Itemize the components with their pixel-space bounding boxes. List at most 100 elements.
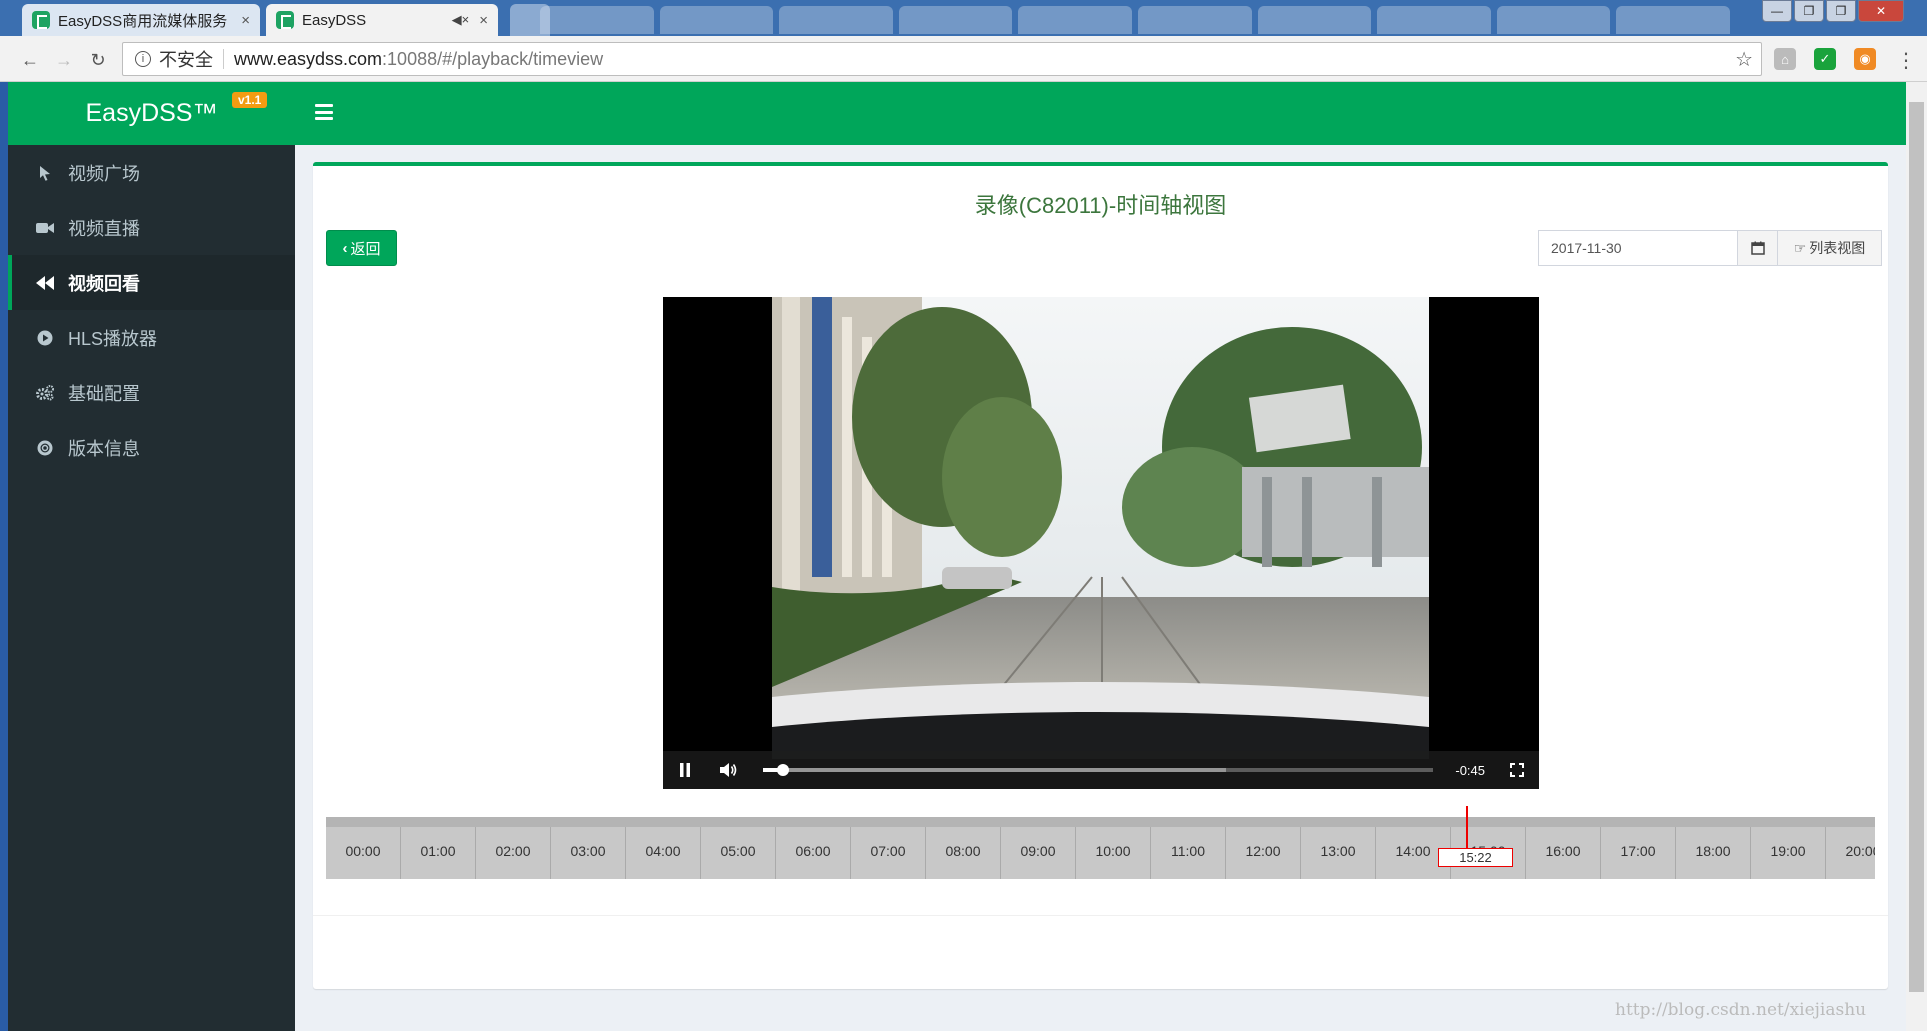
recording-segment[interactable] (1757, 817, 1760, 827)
sidebar-toggle-icon[interactable] (315, 104, 333, 120)
timeline-hour-tick[interactable]: 03:00 (551, 827, 626, 879)
brand-logo[interactable]: EasyDSS™ v1.1 (8, 82, 295, 145)
browser-tab[interactable] (1377, 6, 1491, 34)
close-tab-icon[interactable]: × (479, 12, 488, 29)
recording-segment[interactable] (1748, 817, 1751, 827)
sidebar-item-playback[interactable]: 视频回看 (8, 255, 295, 310)
timeline-hour-tick[interactable]: 09:00 (1001, 827, 1076, 879)
close-tab-icon[interactable]: × (241, 12, 250, 29)
timeline-hour-tick[interactable]: 10:00 (1076, 827, 1151, 879)
browser-tab[interactable] (659, 6, 774, 34)
timeline-hour-tick[interactable]: 20:00 (1826, 827, 1875, 879)
browser-tab[interactable] (540, 6, 654, 34)
window-edge (0, 82, 8, 1031)
back-arrow-icon[interactable]: ← (18, 48, 42, 72)
browser-tab-2[interactable]: EasyDSS ◀× × (266, 4, 498, 36)
sidebar-item-version[interactable]: 版本信息 (8, 420, 295, 475)
date-input[interactable]: 2017-11-30 (1538, 230, 1738, 266)
pdf-extension-icon[interactable]: ⌂ (1774, 48, 1796, 70)
timeline-hour-tick[interactable]: 12:00 (1226, 827, 1301, 879)
browser-tab[interactable] (1137, 6, 1252, 34)
tab-title: EasyDSS (302, 11, 367, 29)
timeline-hour-tick[interactable]: 08:00 (926, 827, 1001, 879)
sidebar-item-live[interactable]: 视频直播 (8, 200, 295, 255)
separator (223, 49, 224, 69)
url-host: www.easydss.com (234, 48, 383, 69)
timeline-hour-tick[interactable]: 07:00 (851, 827, 926, 879)
timeline-cursor[interactable] (1466, 806, 1468, 848)
shield-extension-icon[interactable]: ✓ (1814, 48, 1836, 70)
browser-tab[interactable] (1496, 6, 1611, 34)
background-tabs (540, 6, 1730, 34)
browser-menu-icon[interactable]: ⋮ (1894, 48, 1918, 72)
timeline-hour-tick[interactable]: 04:00 (626, 827, 701, 879)
sidebar-item-config[interactable]: 基础配置 (8, 365, 295, 420)
browser-tab[interactable] (898, 6, 1013, 34)
backward-icon (34, 275, 56, 290)
timeline-hour-tick[interactable]: 17:00 (1601, 827, 1676, 879)
timeline-hour-tick[interactable]: 13:00 (1301, 827, 1376, 879)
sidebar: EasyDSS™ v1.1 视频广场 视频直播 视频回看 HLS播放器 基础配置… (8, 82, 295, 1031)
info-icon[interactable]: i (135, 51, 151, 67)
maximize-button[interactable]: ❐ (1794, 0, 1824, 22)
recording-segment[interactable] (1597, 817, 1600, 827)
seek-handle[interactable] (777, 764, 790, 776)
timeline-hour-tick[interactable]: 19:00 (1751, 827, 1826, 879)
timeline-hour-tick[interactable]: 05:00 (701, 827, 776, 879)
sidebar-item-hls-player[interactable]: HLS播放器 (8, 310, 295, 365)
timeline-hour-tick[interactable]: 02:00 (476, 827, 551, 879)
tampermonkey-extension-icon[interactable]: ◉ (1854, 48, 1876, 70)
sidebar-item-video-square[interactable]: 视频广场 (8, 145, 295, 200)
sidebar-item-label: 版本信息 (68, 438, 140, 459)
sidebar-item-label: 视频回看 (68, 273, 140, 294)
cursor-time-label: 15:22 (1438, 848, 1513, 867)
minimize-button[interactable]: — (1762, 0, 1792, 22)
app-root: EasyDSS™ v1.1 视频广场 视频直播 视频回看 HLS播放器 基础配置… (8, 82, 1906, 1031)
browser-tab[interactable] (779, 6, 893, 34)
easydss-favicon-icon (276, 11, 294, 29)
player-controls: -0:45 (663, 751, 1539, 789)
browser-tab[interactable] (1616, 6, 1730, 34)
timeline-hour-tick[interactable]: 16:00 (1526, 827, 1601, 879)
browser-tab[interactable] (1018, 6, 1132, 34)
seek-bar[interactable] (763, 764, 1434, 776)
timeline-hour-tick[interactable]: 01:00 (401, 827, 476, 879)
back-button[interactable]: ‹ 返回 (326, 230, 397, 266)
timeline-hour-tick[interactable]: 00:00 (326, 827, 401, 879)
page-scrollbar[interactable] (1906, 82, 1927, 1031)
url-path: :10088/#/playback/timeview (382, 48, 604, 69)
close-window-button[interactable]: ✕ (1858, 0, 1904, 22)
restore-button[interactable]: ❐ (1826, 0, 1856, 22)
bookmark-star-icon[interactable]: ☆ (1735, 47, 1753, 72)
sidebar-item-label: HLS播放器 (68, 328, 158, 349)
list-view-button[interactable]: ☞ 列表视图 (1778, 230, 1882, 266)
browser-tabbar: EasyDSS商用流媒体服务 × EasyDSS ◀× × — ❐ ❐ ✕ (0, 0, 1927, 36)
video-frame (772, 297, 1429, 759)
timeline-hour-tick[interactable]: 11:00 (1151, 827, 1226, 879)
browser-tab[interactable] (1257, 6, 1372, 34)
easydss-favicon-icon (32, 11, 50, 29)
page-title: 录像(C82011)-时间轴视图 (974, 193, 1227, 218)
sidebar-item-label: 视频广场 (68, 163, 140, 184)
pause-icon[interactable] (663, 751, 707, 789)
volume-icon[interactable] (707, 751, 751, 789)
remaining-time: -0:45 (1455, 762, 1485, 778)
content-box: 录像(C82011)-时间轴视图 ‹ 返回 2017-11-30 ☞ 列表视图 (313, 162, 1888, 989)
calendar-icon[interactable] (1738, 230, 1778, 266)
life-ring-icon (34, 440, 56, 456)
divider (313, 915, 1888, 916)
reload-icon[interactable]: ↻ (86, 48, 110, 72)
url-input[interactable]: i 不安全 www.easydss.com :10088/#/playback/… (122, 42, 1762, 76)
browser-tab-1[interactable]: EasyDSS商用流媒体服务 × (22, 4, 260, 36)
mute-tab-icon[interactable]: ◀× (452, 12, 470, 28)
tab-title: EasyDSS商用流媒体服务 (58, 12, 228, 30)
timeline-hour-tick[interactable]: 18:00 (1676, 827, 1751, 879)
fullscreen-icon[interactable] (1495, 751, 1539, 789)
timeline[interactable]: 00:00 01:00 02:00 03:00 04:00 05:00 06:00 07:00… (326, 817, 1875, 879)
security-warning: 不安全 (159, 50, 213, 70)
forward-arrow-icon[interactable]: → (52, 48, 76, 72)
timeline-hour-tick[interactable]: 06:00 (776, 827, 851, 879)
scrollbar-thumb[interactable] (1909, 102, 1924, 992)
address-bar: ← → ↻ i 不安全 www.easydss.com :10088/#/pla… (0, 36, 1927, 82)
video-player[interactable]: -0:45 (663, 297, 1539, 789)
